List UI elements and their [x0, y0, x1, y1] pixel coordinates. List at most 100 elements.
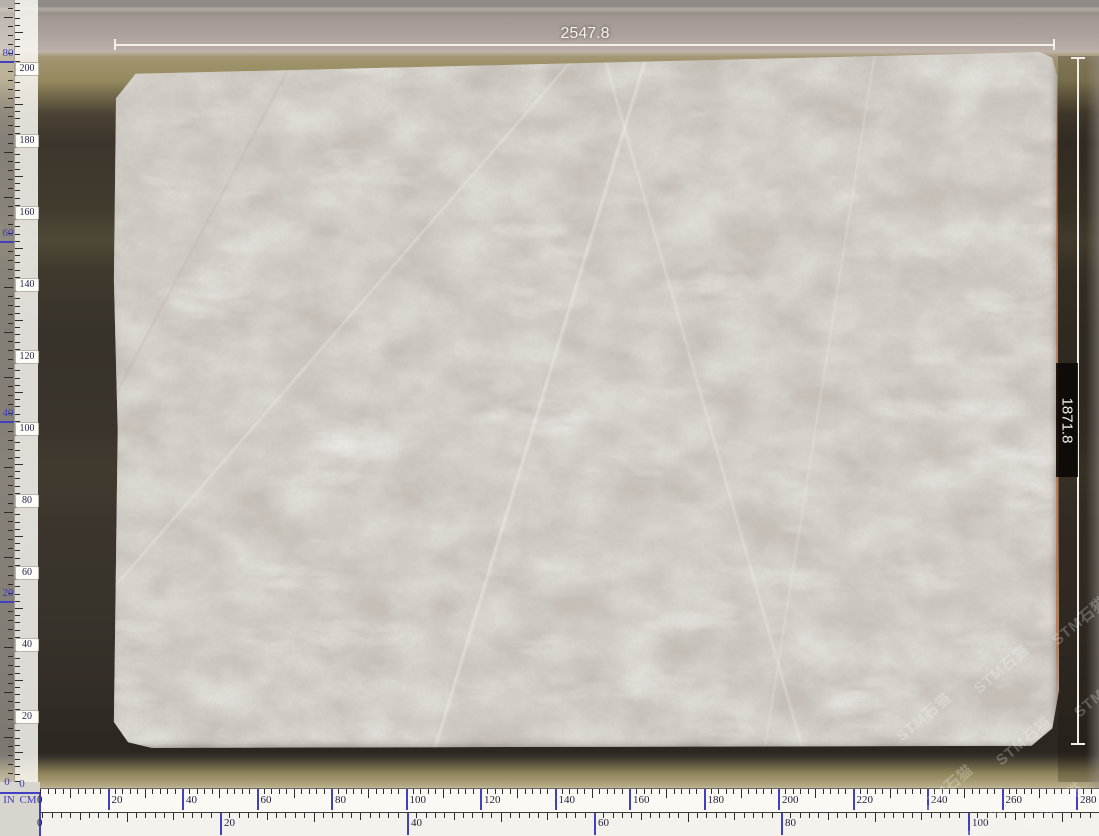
ruler-bottom-cm-tick — [257, 789, 259, 810]
ruler-left-cm-tick — [15, 471, 20, 472]
ruler-left-inches-tick — [8, 161, 13, 162]
ruler-bottom-cm-tick — [242, 789, 243, 794]
ruler-bottom-cm-tick — [331, 789, 333, 810]
slab-image[interactable] — [112, 50, 1059, 750]
ruler-bottom-cm-tick — [1024, 789, 1025, 794]
ruler-left-cm-tick — [15, 630, 20, 631]
ruler-bottom-inches — [26, 812, 1099, 836]
ruler-bottom-inches-tick — [631, 813, 632, 818]
ruler-bottom-cm-tick — [771, 789, 772, 794]
ruler-left-cm-tick — [15, 522, 20, 523]
ruler-left-cm-tick — [15, 82, 20, 83]
ruler-left-inches-tick — [8, 260, 13, 261]
ruler-bottom-inches-tick — [285, 813, 286, 818]
ruler-bottom-cm-tick — [1046, 789, 1047, 794]
ruler-left-inches-tick — [8, 476, 13, 477]
ruler-left-cm-tick — [15, 270, 20, 271]
ruler-left-cm-label: 80 — [15, 494, 39, 508]
ruler-bottom-cm-tick — [368, 789, 369, 798]
ruler-left-inches-tick — [8, 665, 13, 666]
ruler-bottom-inches-tick — [538, 813, 539, 818]
ruler-left-inches-tick — [8, 611, 13, 612]
ruler-bottom-cm-tick — [391, 789, 392, 794]
ruler-left-cm-tick — [15, 234, 20, 235]
ruler-left-inches-tick — [8, 638, 13, 639]
ruler-bottom-cm-tick — [85, 789, 86, 794]
ruler-left-cm-tick — [15, 774, 20, 775]
ruler-bottom-cm-tick — [443, 789, 444, 798]
ruler-bottom-cm-tick — [294, 789, 295, 798]
ruler-bottom-cm-tick — [234, 789, 235, 794]
ruler-bottom-cm-tick — [741, 789, 742, 798]
ruler-left-inches-tick — [8, 8, 13, 9]
ruler-left-cm-tick — [15, 104, 23, 105]
ruler-left-inches-majorline — [0, 601, 14, 603]
ruler-bottom-inches-tick — [314, 813, 315, 822]
ruler-left-cm-tick — [15, 766, 20, 767]
ruler-bottom-inches-tick — [136, 813, 137, 818]
ruler-bottom-cm-tick — [324, 789, 325, 794]
ruler-left-cm-tick — [15, 414, 20, 415]
ruler-bottom-inches-tick — [566, 813, 567, 818]
ruler-bottom-cm-tick — [815, 789, 816, 798]
ruler-bottom-cm-tick — [964, 789, 965, 798]
ruler-bottom-inches-tick — [781, 813, 783, 835]
ruler-bottom-inches-tick — [370, 813, 371, 818]
ruler-left-inches-label: 60 — [0, 228, 16, 239]
ruler-bottom-inches-tick — [856, 813, 857, 818]
ruler-bottom-inches-tick — [127, 813, 128, 822]
ruler-bottom-inches-tick — [893, 813, 894, 818]
ruler-left-cm-tick — [15, 198, 20, 199]
ruler-left-inches-tick — [4, 737, 13, 738]
ruler-left-inches-tick — [8, 71, 13, 72]
ruler-bottom-inches-tick — [173, 813, 174, 820]
ruler-left-cm-label: 40 — [15, 638, 39, 652]
ruler-bottom-cm-tick — [704, 789, 706, 810]
ruler-left-inches-tick — [4, 17, 13, 18]
ruler-bottom-cm-tick — [987, 789, 988, 794]
ruler-bottom-cm-tick — [629, 789, 631, 810]
ruler-left-inches-tick — [8, 620, 13, 621]
ruler-bottom-inches-tick — [753, 813, 754, 818]
ruler-bottom-cm-tick — [845, 789, 846, 794]
ruler-left-cm-tick — [15, 550, 20, 551]
ruler-left-inches-tick — [8, 116, 13, 117]
ruler-bottom-inches-tick — [491, 813, 492, 818]
ruler-bottom-cm-tick — [555, 789, 557, 810]
ruler-bottom-cm-tick — [696, 789, 697, 794]
ruler-bottom-cm-tick — [1031, 789, 1032, 794]
ruler-left-inches-tick — [4, 197, 13, 198]
ruler-bottom-inches-tick — [1015, 813, 1016, 820]
ruler-bottom-inches-tick — [809, 813, 810, 818]
ruler-left-inches-tick — [4, 332, 13, 333]
ruler-bottom-inches-label: 60 — [598, 818, 609, 829]
height-dimension-label: 1871.8 — [1059, 397, 1076, 443]
ruler-bottom-inches-tick — [211, 813, 212, 818]
ruler-bottom-inches-tick — [659, 813, 660, 818]
ruler-bottom-inches-tick — [295, 813, 296, 818]
ruler-bottom-cm-label: 80 — [335, 795, 346, 806]
slab-edge-bevel — [112, 50, 1059, 750]
ruler-left-inches-tick — [8, 26, 13, 27]
ruler-left-inches-tick — [8, 89, 13, 90]
ruler-bottom-inches-tick — [70, 813, 71, 818]
ruler-bottom-cm-tick — [249, 789, 250, 794]
ruler-bottom-cm-tick — [733, 789, 734, 794]
ruler-left-cm-tick — [15, 169, 20, 170]
ruler-left-inches-majorline — [0, 241, 14, 243]
ruler-bottom-inches-tick — [388, 813, 389, 818]
ruler-bottom-inches-tick — [940, 813, 941, 818]
ruler-bottom-cm-tick — [465, 789, 466, 794]
ruler-bottom-cm-label: 220 — [857, 795, 874, 806]
ruler-left-cm-tick — [15, 226, 20, 227]
ruler-bottom-inches-tick — [921, 813, 922, 820]
ruler-left-cm-tick — [15, 46, 20, 47]
height-dimension-chip: 1871.8 — [1056, 363, 1078, 477]
ruler-bottom-cm-tick — [376, 789, 377, 794]
ruler-left-inches-tick — [8, 278, 13, 279]
ruler-bottom-inches-tick — [351, 813, 352, 818]
ruler-bottom-inches-tick — [145, 813, 146, 818]
ruler-bottom-cm-tick — [584, 789, 585, 794]
ruler-bottom-cm-tick — [838, 789, 839, 794]
ruler-bottom-cm-tick — [674, 789, 675, 794]
